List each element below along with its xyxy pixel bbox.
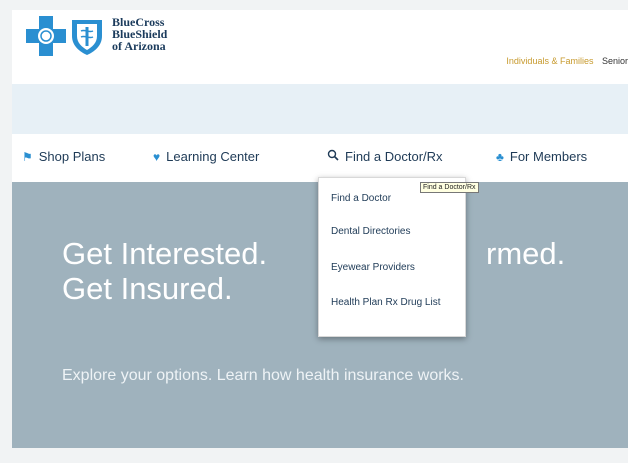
search-icon bbox=[327, 149, 339, 164]
hero-line-2: Get Insured. bbox=[62, 271, 233, 306]
dropdown-item-find-doctor[interactable]: Find a Doctor bbox=[331, 192, 453, 205]
hero-line-1: Get Interested. bbox=[62, 236, 268, 271]
brand-logo[interactable]: BlueCross BlueShield of Arizona bbox=[26, 16, 167, 56]
dropdown-item-eyewear-providers[interactable]: Eyewear Providers bbox=[331, 261, 453, 274]
hero-subtitle: Explore your options. Learn how health i… bbox=[62, 367, 464, 384]
site-header: BlueCross BlueShield of Arizona Individu… bbox=[12, 10, 628, 84]
shop-icon: ⚑ bbox=[22, 149, 33, 164]
hero-line-1-right: rmed. bbox=[486, 236, 566, 271]
blue-cross-icon bbox=[26, 16, 66, 56]
top-links: Individuals & Families Senior bbox=[506, 56, 628, 66]
find-doctor-dropdown: Find a Doctor Dental Directories Eyewear… bbox=[318, 177, 466, 337]
nav-item-label: Find a Doctor/Rx bbox=[345, 149, 443, 164]
nav-item-for-members[interactable]: ♣ For Members bbox=[496, 149, 587, 164]
dropdown-item-rx-drug-list[interactable]: Health Plan Rx Drug List bbox=[331, 296, 453, 309]
footer-strip bbox=[12, 448, 628, 463]
header-band bbox=[12, 84, 628, 134]
heart-icon: ♥ bbox=[153, 149, 161, 164]
brand-line-3: of Arizona bbox=[112, 39, 166, 53]
brand-name: BlueCross BlueShield of Arizona bbox=[112, 16, 167, 52]
main-nav: ⚑ Shop Plans ♥ Learning Center Find a Do… bbox=[12, 134, 628, 183]
tooltip: Find a Doctor/Rx bbox=[420, 182, 479, 193]
dropdown-item-dental-directories[interactable]: Dental Directories bbox=[331, 225, 453, 238]
nav-item-learning-center[interactable]: ♥ Learning Center bbox=[153, 149, 259, 164]
nav-item-label: For Members bbox=[509, 149, 588, 164]
individuals-families-link[interactable]: Individuals & Families bbox=[506, 56, 593, 66]
seniors-link[interactable]: Senior bbox=[602, 56, 628, 66]
nav-item-label: Learning Center bbox=[166, 149, 260, 164]
nav-item-label: Shop Plans bbox=[38, 149, 106, 164]
blue-shield-icon bbox=[70, 16, 104, 56]
members-icon: ♣ bbox=[496, 149, 504, 164]
hero-title: Get Interested. rmed. Get Insured. bbox=[62, 236, 565, 306]
nav-item-shop-plans[interactable]: ⚑ Shop Plans bbox=[22, 149, 105, 164]
nav-item-find-doctor[interactable]: Find a Doctor/Rx bbox=[327, 149, 443, 164]
